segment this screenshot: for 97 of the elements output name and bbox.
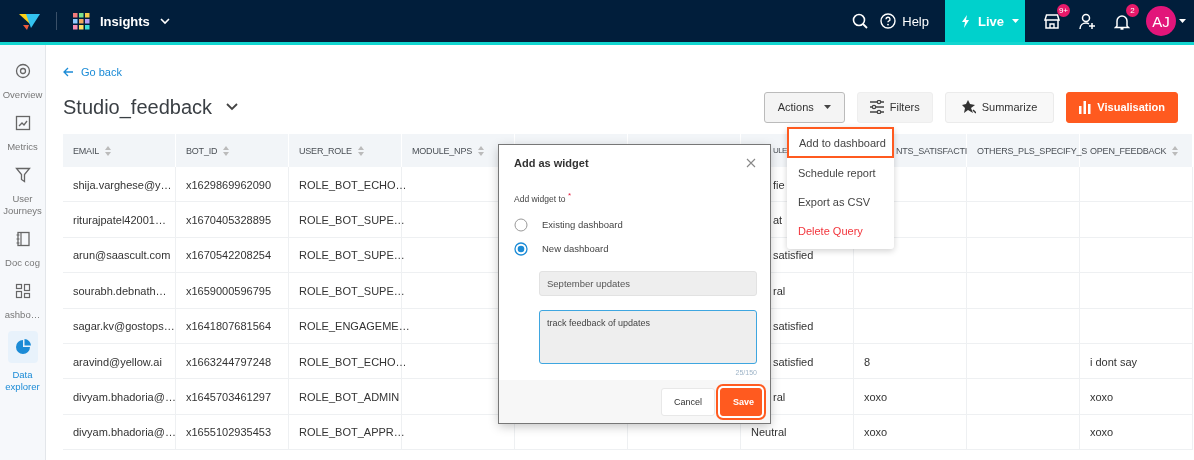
actions-dropdown[interactable]: Actions bbox=[763, 91, 845, 123]
line-chart-icon[interactable] bbox=[14, 115, 31, 131]
table-cell: at bbox=[773, 214, 783, 227]
sidebar-item[interactable]: Doc cog bbox=[5, 257, 40, 269]
notebook-icon[interactable] bbox=[14, 231, 31, 247]
table-cell: Neutral bbox=[751, 426, 787, 439]
column-header: OPEN_FEEDBACK bbox=[1090, 145, 1167, 156]
column-header: OTHERS_PLS_SPECIFY_S bbox=[977, 145, 1088, 156]
dialog-title: Add as widget bbox=[514, 157, 589, 169]
table-cell: 8 bbox=[864, 355, 871, 368]
menu-item[interactable]: Add to dashboard bbox=[787, 127, 894, 158]
table-cell: sagar.kv@gostops… bbox=[73, 320, 175, 333]
table-cell: divyam.bhadoria@… bbox=[73, 426, 176, 439]
bell-icon[interactable] bbox=[1114, 12, 1130, 30]
add-user-icon[interactable] bbox=[1079, 12, 1096, 30]
column-header: BOT_ID bbox=[186, 145, 218, 156]
table-cell: ROLE_ENGAGEME… bbox=[299, 320, 410, 333]
sidebar-item[interactable]: Metrics bbox=[7, 141, 38, 153]
table-cell: x1670542208254 bbox=[186, 249, 272, 262]
toolbar-button[interactable]: Filters bbox=[856, 91, 933, 123]
menu-item[interactable]: Export as CSV bbox=[787, 187, 894, 216]
column-header: NTS_SATISFACTI bbox=[896, 145, 968, 156]
table-cell: ROLE_BOT_SUPE… bbox=[299, 214, 405, 227]
description-field[interactable]: track feedback of updates bbox=[539, 309, 757, 364]
table-cell: divyam.bhadoria@… bbox=[73, 391, 176, 404]
sidebar-item[interactable]: ashbo… bbox=[4, 309, 41, 321]
caret-down-icon bbox=[823, 105, 831, 109]
apps-grid-icon[interactable] bbox=[73, 12, 90, 30]
toolbar-button[interactable]: Summarize bbox=[944, 91, 1055, 123]
dashboard-grid-icon[interactable] bbox=[14, 283, 31, 299]
table-cell: x1655102935453 bbox=[186, 426, 272, 439]
table-cell: satisfied bbox=[773, 249, 814, 262]
radio-button[interactable] bbox=[514, 217, 528, 232]
table-cell: fie bbox=[773, 178, 785, 191]
sidebar-item[interactable]: Overview bbox=[2, 89, 43, 101]
logo-icon bbox=[18, 12, 40, 30]
table-cell: ral bbox=[773, 391, 786, 404]
table-cell: sourabh.debnath… bbox=[73, 284, 167, 297]
chevron-down-icon[interactable] bbox=[226, 103, 238, 111]
table-cell: ROLE_BOT_SUPE… bbox=[299, 249, 405, 262]
table-cell: x1629869962090 bbox=[186, 178, 272, 191]
user-avatar[interactable]: AJ bbox=[1146, 6, 1176, 36]
column-header: USER_ROLE bbox=[299, 145, 352, 156]
count-badge: 9+ bbox=[1056, 3, 1070, 17]
search-icon[interactable] bbox=[852, 13, 869, 29]
count-badge: 2 bbox=[1126, 3, 1139, 17]
table-cell: ROLE_BOT_SUPE… bbox=[299, 284, 405, 297]
radio-button[interactable] bbox=[514, 241, 528, 256]
back-arrow-icon[interactable] bbox=[63, 67, 73, 77]
radio-label[interactable]: Existing dashboard bbox=[542, 219, 623, 231]
page-title: Studio_feedback bbox=[63, 95, 212, 119]
caret-down-icon bbox=[1012, 19, 1019, 23]
column-header: EMAIL bbox=[73, 145, 99, 156]
table-cell: i dont say bbox=[1090, 355, 1138, 368]
eye-icon[interactable] bbox=[14, 63, 31, 79]
table-cell: x1663244797248 bbox=[186, 355, 272, 368]
app-name[interactable]: Insights bbox=[100, 13, 150, 29]
table-cell: x1645703461297 bbox=[186, 391, 272, 404]
store-icon[interactable] bbox=[1043, 12, 1061, 30]
lightning-icon bbox=[961, 14, 970, 28]
table-cell: xoxo bbox=[1090, 391, 1114, 404]
table-cell: satisfied bbox=[773, 355, 814, 368]
table-cell: x1659000596795 bbox=[186, 284, 272, 297]
sidebar-item[interactable]: User Journeys bbox=[0, 193, 45, 217]
menu-item[interactable]: Delete Query bbox=[787, 216, 894, 245]
table-cell: xoxo bbox=[864, 391, 888, 404]
table-cell: ral bbox=[773, 284, 786, 297]
table-cell: aravind@yellow.ai bbox=[73, 355, 162, 368]
radio-label[interactable]: New dashboard bbox=[542, 243, 609, 255]
close-icon[interactable] bbox=[746, 158, 756, 168]
table-cell: x1641807681564 bbox=[186, 320, 272, 333]
dashboard-name-field[interactable]: September updates bbox=[539, 270, 757, 296]
table-cell: shija.varghese@y… bbox=[73, 178, 172, 191]
table-cell: arun@saascult.com bbox=[73, 249, 171, 262]
bar-chart-icon bbox=[1079, 100, 1092, 114]
sidebar-item[interactable]: Data explorer bbox=[0, 369, 45, 393]
go-back-link[interactable]: Go back bbox=[81, 66, 122, 78]
help-link[interactable]: Help bbox=[902, 13, 929, 29]
help-icon[interactable] bbox=[880, 13, 897, 29]
table-cell: ROLE_BOT_ECHO… bbox=[299, 355, 407, 368]
table-cell: ROLE_BOT_ADMIN bbox=[299, 391, 400, 404]
table-cell: xoxo bbox=[864, 426, 888, 439]
sliders-icon bbox=[869, 100, 884, 114]
caret-down-icon[interactable] bbox=[1179, 19, 1186, 23]
cancel-button[interactable]: Cancel bbox=[661, 387, 715, 416]
sparkle-icon bbox=[961, 100, 976, 114]
pie-chart-icon[interactable] bbox=[14, 339, 31, 355]
table-cell: satisfied bbox=[773, 320, 814, 333]
table-cell: xoxo bbox=[1090, 426, 1114, 439]
table-cell: ROLE_BOT_ECHO… bbox=[299, 178, 407, 191]
table-cell: x1670405328895 bbox=[186, 214, 272, 227]
table-cell: riturajpatel42001… bbox=[73, 214, 166, 227]
table-cell: ROLE_BOT_APPR… bbox=[299, 426, 405, 439]
column-header: MODULE_NPS bbox=[412, 145, 473, 156]
funnel-icon[interactable] bbox=[14, 167, 31, 183]
menu-item[interactable]: Schedule report bbox=[787, 158, 894, 187]
column-header: ULE bbox=[773, 146, 787, 155]
